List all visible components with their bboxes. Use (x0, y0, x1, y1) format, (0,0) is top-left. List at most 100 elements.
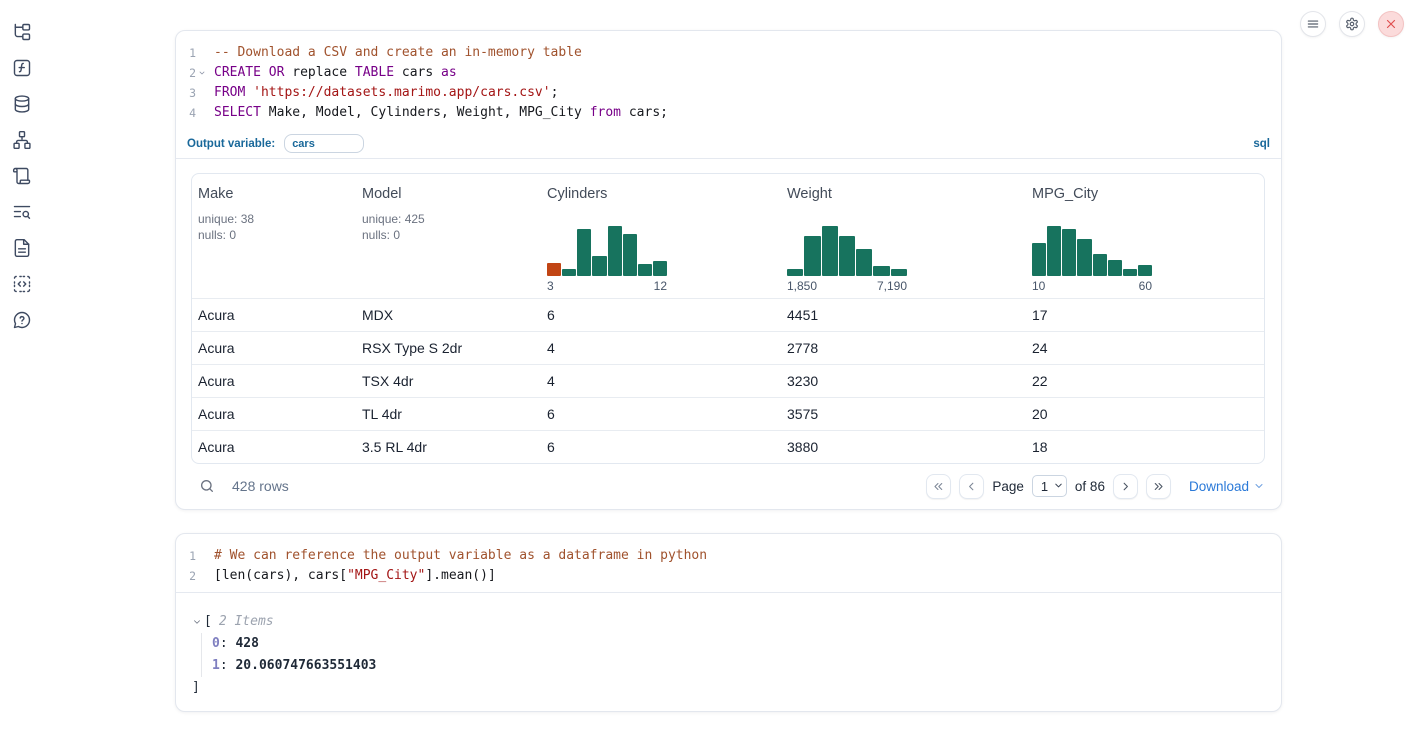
table-cell: 4 (541, 340, 781, 356)
histogram-bar[interactable] (608, 226, 622, 276)
items-count-label: 2 Items (212, 611, 274, 633)
histogram-bar[interactable] (1123, 269, 1137, 276)
sql-code-editor[interactable]: 1-- Download a CSV and create an in-memo… (176, 31, 1281, 129)
histogram-bars (1032, 226, 1152, 276)
python-code-editor[interactable]: 1# We can reference the output variable … (176, 534, 1281, 593)
tree-item-key: 0 (212, 636, 220, 651)
histogram-bar[interactable] (787, 269, 803, 276)
file-tree-icon[interactable] (12, 22, 32, 42)
line-number: 2 (176, 566, 196, 586)
function-icon[interactable] (12, 58, 32, 78)
histogram-bar[interactable] (577, 229, 591, 276)
column-header-label: MPG_City (1032, 186, 1264, 202)
table-row[interactable]: AcuraTL 4dr6357520 (192, 397, 1264, 430)
dependency-graph-icon[interactable] (12, 130, 32, 150)
histogram-bar[interactable] (562, 269, 576, 276)
next-page-button[interactable] (1113, 474, 1138, 499)
histogram-bar[interactable] (873, 266, 889, 276)
logs-search-icon[interactable] (12, 202, 32, 222)
column-stat: unique: 425 (362, 211, 541, 227)
collapse-chevron-icon[interactable] (192, 617, 202, 627)
histogram-bar[interactable] (1047, 226, 1061, 276)
histogram-bars (547, 226, 667, 276)
histogram-bar[interactable] (891, 269, 907, 276)
row-count: 428 rows (232, 478, 289, 494)
column-header-cylinders[interactable]: Cylinders 312 (541, 174, 781, 298)
code-text: # We can reference the output variable a… (208, 546, 707, 566)
table-cell: 3.5 RL 4dr (356, 439, 541, 455)
histogram-bar[interactable] (547, 263, 561, 277)
code-text: FROM 'https://datasets.marimo.app/cars.c… (208, 83, 558, 103)
tree-item: 1: 20.060747663551403 (212, 655, 1281, 677)
close-button[interactable] (1378, 11, 1404, 37)
page-select[interactable]: 1 (1032, 475, 1067, 497)
column-header-weight[interactable]: Weight 1,8507,190 (781, 174, 1026, 298)
histogram-bar[interactable] (1032, 243, 1046, 276)
database-icon[interactable] (12, 94, 32, 114)
tree-root-row: [ 2 Items (192, 611, 1281, 633)
output-variable-input[interactable] (284, 134, 364, 153)
cars-table: Makeunique: 38nulls: 0Modelunique: 425nu… (191, 173, 1265, 464)
column-header-label: Weight (787, 186, 1026, 202)
column-header-label: Cylinders (547, 186, 781, 202)
code-line[interactable]: 4SELECT Make, Model, Cylinders, Weight, … (176, 103, 1281, 123)
last-page-button[interactable] (1146, 474, 1171, 499)
table-row[interactable]: AcuraRSX Type S 2dr4277824 (192, 331, 1264, 364)
code-text: SELECT Make, Model, Cylinders, Weight, M… (208, 103, 668, 123)
column-stat: nulls: 0 (198, 227, 356, 243)
column-stat: nulls: 0 (362, 227, 541, 243)
histogram-bar[interactable] (839, 236, 855, 276)
code-line[interactable]: 1-- Download a CSV and create an in-memo… (176, 43, 1281, 63)
histogram-bar[interactable] (856, 249, 872, 277)
table-row[interactable]: AcuraTSX 4dr4323022 (192, 364, 1264, 397)
histogram-bar[interactable] (1093, 254, 1107, 276)
table-footer: 428 rows Page 1 of 86 Download (191, 473, 1265, 499)
prev-page-button[interactable] (959, 474, 984, 499)
table-cell: TL 4dr (356, 406, 541, 422)
download-button[interactable]: Download (1189, 479, 1265, 494)
histogram-bar[interactable] (592, 256, 606, 277)
table-cell: Acura (192, 406, 356, 422)
column-stats: unique: 38nulls: 0 (198, 211, 356, 243)
histogram-bar[interactable] (822, 226, 838, 276)
code-line[interactable]: 2CREATE OR replace TABLE cars as (176, 63, 1281, 83)
table-cell: 4 (541, 373, 781, 389)
fold-chevron-icon (196, 566, 208, 586)
column-header-mpg-city[interactable]: MPG_City 1060 (1026, 174, 1264, 298)
histogram-range: 312 (547, 279, 667, 293)
fold-chevron-icon[interactable] (196, 63, 208, 83)
language-badge[interactable]: sql (1253, 138, 1270, 150)
menu-button[interactable] (1300, 11, 1326, 37)
histogram-bar[interactable] (623, 234, 637, 276)
column-header-make[interactable]: Makeunique: 38nulls: 0 (192, 174, 356, 298)
histogram-bar[interactable] (1077, 239, 1091, 276)
documentation-icon[interactable] (12, 238, 32, 258)
histogram-min-label: 3 (547, 279, 554, 293)
histogram-bar[interactable] (1062, 229, 1076, 276)
code-line[interactable]: 2[len(cars), cars["MPG_City"].mean()] (176, 566, 1281, 586)
code-line[interactable]: 3FROM 'https://datasets.marimo.app/cars.… (176, 83, 1281, 103)
histogram-bar[interactable] (638, 264, 652, 277)
first-page-button[interactable] (926, 474, 951, 499)
scratchpad-icon[interactable] (12, 166, 32, 186)
table-row[interactable]: Acura3.5 RL 4dr6388018 (192, 430, 1264, 463)
code-line[interactable]: 1# We can reference the output variable … (176, 546, 1281, 566)
histogram-bar[interactable] (1108, 260, 1122, 276)
search-icon[interactable] (191, 478, 215, 494)
table-cell: 17 (1026, 307, 1264, 323)
column-header-model[interactable]: Modelunique: 425nulls: 0 (356, 174, 541, 298)
table-cell: 6 (541, 307, 781, 323)
histogram-range: 1060 (1032, 279, 1152, 293)
histogram-bar[interactable] (804, 236, 820, 276)
histogram-bar[interactable] (1138, 265, 1152, 276)
tree-item-separator: : (220, 636, 236, 651)
help-icon[interactable] (12, 310, 32, 330)
histogram-bar[interactable] (653, 261, 667, 277)
settings-button[interactable] (1339, 11, 1365, 37)
page-select-wrap: 1 (1032, 475, 1067, 497)
snippets-icon[interactable] (12, 274, 32, 294)
histogram-min-label: 1,850 (787, 279, 817, 293)
histogram-range: 1,8507,190 (787, 279, 907, 293)
table-row[interactable]: AcuraMDX6445117 (192, 298, 1264, 331)
table-cell: 22 (1026, 373, 1264, 389)
